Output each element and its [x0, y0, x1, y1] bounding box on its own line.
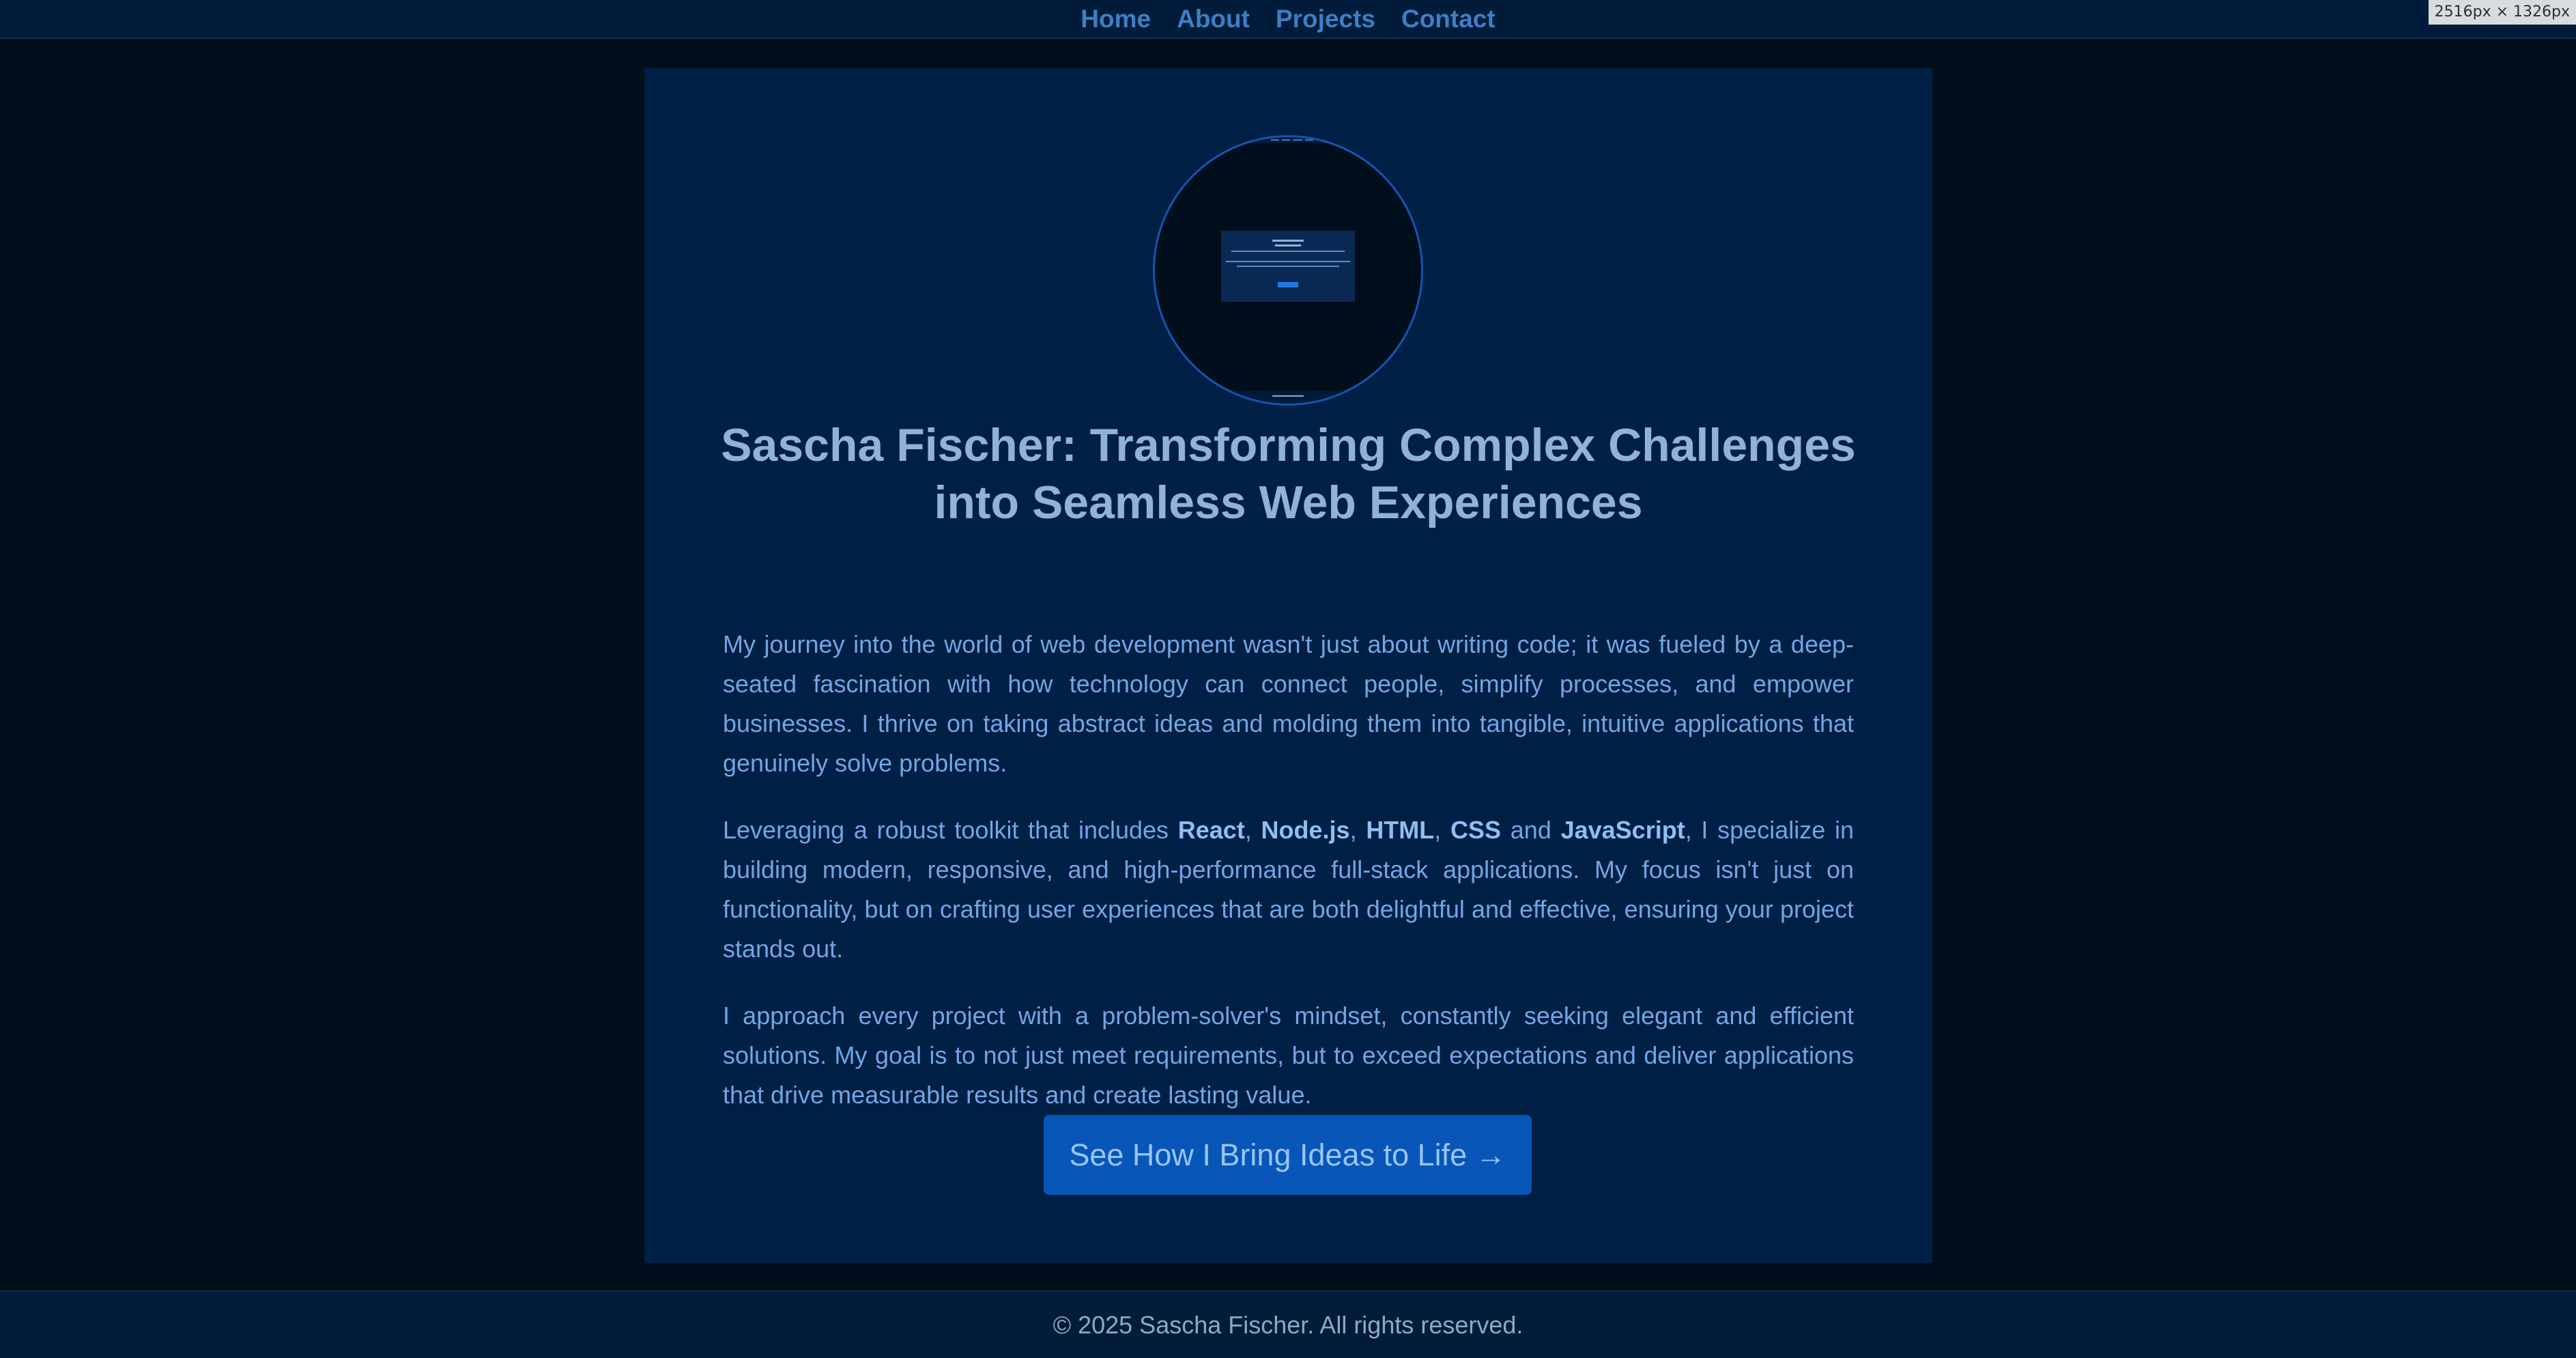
skill-nodejs: Node.js — [1261, 816, 1350, 844]
nav-link-projects[interactable]: Projects — [1276, 5, 1375, 33]
approach-paragraph: I approach every project with a problem-… — [723, 1002, 1854, 1109]
page: Home About Projects Contact 2516px × 132… — [0, 0, 2576, 1358]
skill-separator: , — [1434, 816, 1451, 844]
skill-separator: and — [1501, 816, 1561, 844]
skill-css: CSS — [1450, 816, 1502, 844]
copyright-text: © 2025 Sascha Fischer. All rights reserv… — [1053, 1310, 1523, 1339]
skill-javascript: JavaScript — [1560, 816, 1685, 844]
about-content: My journey into the world of web develop… — [723, 625, 1854, 1142]
nav-link-about[interactable]: About — [1177, 5, 1250, 33]
skill-separator: , — [1244, 816, 1261, 844]
see-projects-button[interactable]: See How I Bring Ideas to Life → — [1044, 1115, 1532, 1195]
skill-react: React — [1177, 816, 1245, 844]
skill-separator: , — [1349, 816, 1366, 844]
avatar — [1153, 135, 1423, 406]
about-card: Sascha Fischer: Transforming Complex Cha… — [644, 68, 1932, 1263]
nav-link-home[interactable]: Home — [1081, 5, 1151, 33]
top-navigation: Home About Projects Contact — [0, 0, 2576, 39]
page-title: Sascha Fischer: Transforming Complex Cha… — [721, 419, 1856, 528]
skills-intro-text: Leveraging a robust toolkit that include… — [723, 816, 1178, 844]
skill-html: HTML — [1366, 816, 1435, 844]
footer: © 2025 Sascha Fischer. All rights reserv… — [0, 1290, 2576, 1358]
nav-link-contact[interactable]: Contact — [1401, 5, 1495, 33]
dimension-badge: 2516px × 1326px — [2428, 0, 2576, 25]
avatar-thumbnail-image — [1155, 137, 1421, 404]
skills-paragraph: Leveraging a robust toolkit that include… — [723, 810, 1854, 969]
intro-paragraph: My journey into the world of web develop… — [723, 630, 1854, 777]
